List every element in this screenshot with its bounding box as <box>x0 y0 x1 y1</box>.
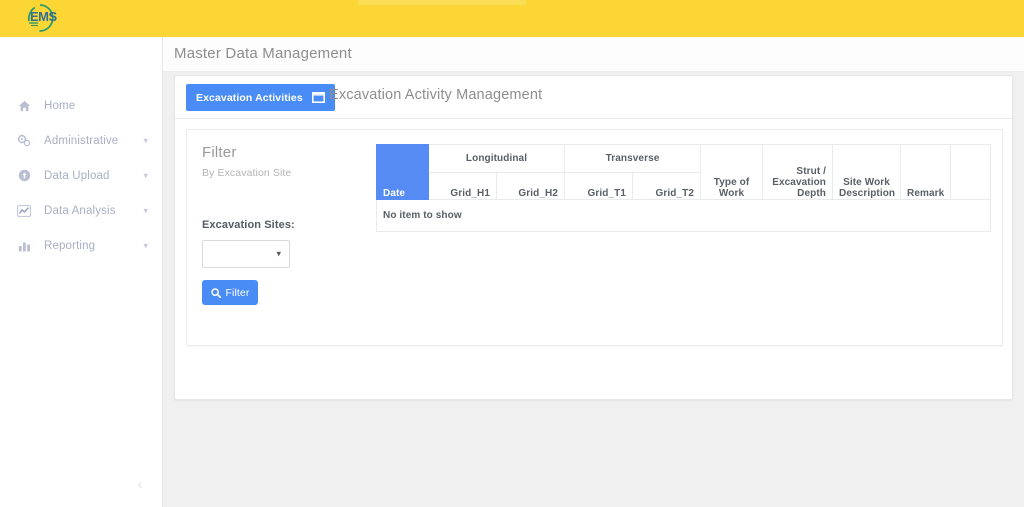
filter-and-results-panel: Filter By Excavation Site Excavation Sit… <box>186 129 1003 346</box>
chevron-down-icon: ▾ <box>143 170 148 180</box>
excavation-sites-label: Excavation Sites: <box>202 219 295 231</box>
table-window-icon <box>311 92 325 103</box>
col-header-remark[interactable]: Remark <box>900 144 952 200</box>
tab-strip: Excavation Activities Excavation Activit… <box>175 76 1012 119</box>
sidebar-item-home[interactable]: Home <box>0 88 162 123</box>
empty-state-message: No item to show <box>375 199 992 232</box>
section-title: Excavation Activity Management <box>329 87 543 103</box>
col-group-transverse: Transverse <box>563 144 702 173</box>
col-header-grid-t1[interactable]: Grid_T1 <box>564 172 633 200</box>
search-icon <box>210 287 221 298</box>
col-header-type-of-work[interactable]: Type of Work <box>700 144 764 200</box>
bar-chart-icon <box>14 239 34 253</box>
excavation-activities-table-wrapper: Date Longitudinal Transverse Type of Wor… <box>375 144 992 232</box>
filter-panel: Filter By Excavation Site Excavation Sit… <box>202 144 357 305</box>
table-empty-row: No item to show <box>375 199 992 232</box>
page-container: Master Data Management Excavation Activi… <box>163 37 1024 507</box>
topbar-highlight <box>358 0 526 5</box>
col-header-strut-excavation-depth[interactable]: Strut / Excavation Depth <box>762 144 834 200</box>
chevron-down-icon: ▾ <box>143 205 148 215</box>
sidebar-item-label: Administrative <box>44 134 119 147</box>
sidebar: Home Administrative ▾ Data Upload ▾ Data… <box>0 37 163 507</box>
col-header-date[interactable]: Date <box>376 144 429 200</box>
table-header-group-row: Date Longitudinal Transverse Type of Wor… <box>376 144 992 200</box>
excavation-sites-select[interactable]: ▾ <box>202 240 290 268</box>
chevron-left-icon: ‹ <box>137 475 143 493</box>
chart-line-icon <box>14 204 34 218</box>
sidebar-item-label: Data Upload <box>44 169 110 182</box>
col-header-grid-h2[interactable]: Grid_H2 <box>496 172 565 200</box>
sidebar-item-label: Data Analysis <box>44 204 116 217</box>
col-header-actions <box>950 144 992 200</box>
filter-button[interactable]: Filter <box>202 280 258 305</box>
table-body: No item to show <box>375 199 992 232</box>
tab-label: Excavation Activities <box>196 91 303 104</box>
sidebar-item-data-upload[interactable]: Data Upload ▾ <box>0 158 162 193</box>
ems-logo[interactable]: EMS <box>16 1 68 36</box>
content-card: Excavation Activities Excavation Activit… <box>174 75 1013 400</box>
sidebar-item-reporting[interactable]: Reporting ▾ <box>0 228 162 263</box>
filter-heading: Filter <box>202 144 237 161</box>
sidebar-item-label: Home <box>44 99 76 112</box>
col-header-grid-h1[interactable]: Grid_H1 <box>428 172 497 200</box>
page-title: Master Data Management <box>174 45 352 62</box>
filter-button-label: Filter <box>225 286 250 299</box>
logo-icon: EMS <box>27 4 58 32</box>
col-group-longitudinal: Longitudinal <box>428 144 565 173</box>
col-header-grid-t2[interactable]: Grid_T2 <box>631 172 702 200</box>
home-icon <box>14 99 34 113</box>
col-header-site-work-description[interactable]: Site Work Description <box>832 144 902 200</box>
page-header: Master Data Management <box>163 37 1024 72</box>
cogs-icon <box>14 134 34 148</box>
chevron-down-icon: ▾ <box>143 135 148 145</box>
tab-excavation-activities[interactable]: Excavation Activities <box>186 84 335 111</box>
top-bar: EMS <box>0 0 1024 37</box>
filter-subheading: By Excavation Site <box>202 167 292 179</box>
excavation-activities-table: Date Longitudinal Transverse Type of Wor… <box>375 144 992 232</box>
svg-text:EMS: EMS <box>30 9 58 24</box>
chevron-down-icon: ▾ <box>143 240 148 250</box>
sidebar-item-label: Reporting <box>44 239 96 252</box>
sidebar-item-data-analysis[interactable]: Data Analysis ▾ <box>0 193 162 228</box>
chevron-down-icon: ▾ <box>276 248 281 259</box>
upload-globe-icon <box>14 169 34 183</box>
sidebar-collapse-button[interactable]: ‹ <box>131 475 149 493</box>
sidebar-item-administrative[interactable]: Administrative ▾ <box>0 123 162 158</box>
